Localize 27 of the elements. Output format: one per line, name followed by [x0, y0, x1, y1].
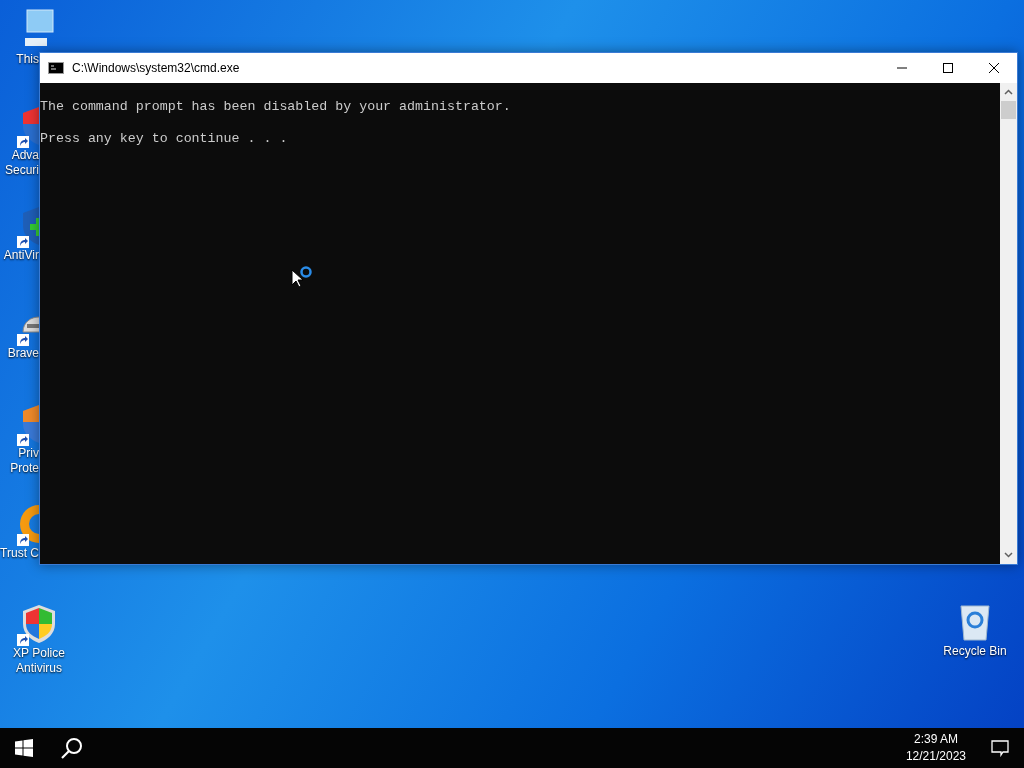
icon-label: This	[16, 52, 39, 67]
scrollbar[interactable]	[1000, 83, 1017, 564]
icon-label: Antivirus	[16, 661, 62, 676]
search-icon	[60, 736, 84, 760]
console-text: The command prompt has been disabled by your administrator.	[40, 99, 511, 114]
icon-label: AntiVir	[3, 248, 39, 263]
icon-label: XP Police	[13, 646, 65, 661]
ring-icon	[20, 505, 40, 543]
console-text: Press any key to continue . . .	[40, 131, 288, 146]
icon-label: Brave	[7, 346, 39, 361]
scroll-thumb[interactable]	[1001, 101, 1016, 119]
speech-bubble-icon	[991, 739, 1009, 757]
busy-cursor-icon	[291, 264, 315, 288]
close-icon	[988, 62, 1000, 74]
icon-label: Recycle Bin	[943, 644, 1007, 659]
scroll-up-icon[interactable]	[1004, 89, 1013, 95]
icon-label: Securi	[5, 163, 39, 178]
maximize-icon	[942, 62, 954, 74]
clock[interactable]: 2:39 AM 12/21/2023	[895, 731, 976, 765]
window-title: C:\Windows\system32\cmd.exe	[72, 61, 240, 75]
icon-label: Priv	[18, 446, 39, 461]
icon-label: Prote	[10, 461, 39, 476]
icon-label: Adva	[11, 148, 39, 163]
windows-logo-icon	[15, 739, 33, 757]
console-icon	[48, 62, 64, 74]
icon-label: Trust C	[0, 546, 39, 561]
scroll-down-icon[interactable]	[1004, 552, 1013, 558]
